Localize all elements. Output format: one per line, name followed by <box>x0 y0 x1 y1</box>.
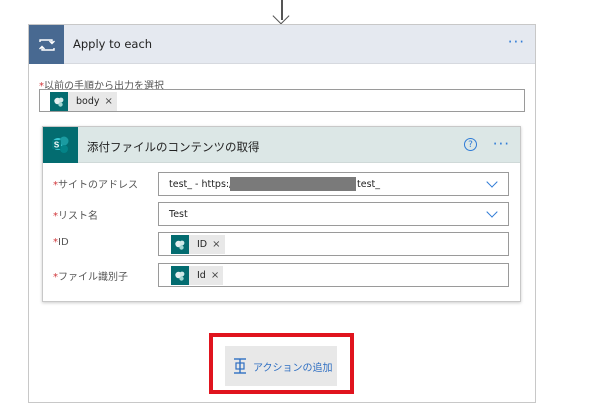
file-identifier-token-label: Id <box>197 270 206 281</box>
list-name-dropdown[interactable]: Test <box>158 202 509 226</box>
get-attachment-content-card: S 添付ファイルのコンテンツの取得 ? ··· *サイトのアドレス test_ … <box>42 126 521 302</box>
list-name-label: *リスト名 <box>53 207 98 222</box>
file-identifier-token[interactable]: Id × <box>171 266 224 285</box>
close-icon[interactable]: × <box>212 239 220 250</box>
apply-to-each-title: Apply to each <box>73 37 153 51</box>
id-label: *ID <box>53 237 69 248</box>
file-identifier-label: *ファイル識別子 <box>53 268 128 283</box>
site-address-value-prefix: test_ - https:// <box>169 179 236 190</box>
sharepoint-icon <box>171 266 189 285</box>
site-address-dropdown[interactable]: test_ - https:// test_ <box>158 172 509 196</box>
output-field-input[interactable]: body × <box>39 89 525 112</box>
close-icon[interactable]: × <box>105 96 113 107</box>
sharepoint-icon: S <box>43 127 78 163</box>
site-address-label: *サイトのアドレス <box>53 176 138 191</box>
get-attachment-content-title: 添付ファイルのコンテンツの取得 <box>87 140 260 154</box>
add-step-icon <box>234 358 246 374</box>
body-token[interactable]: body × <box>50 92 117 111</box>
chevron-down-icon[interactable] <box>486 176 498 188</box>
get-attachment-content-header[interactable]: S 添付ファイルのコンテンツの取得 ? ··· <box>43 127 520 163</box>
chevron-down-icon[interactable] <box>486 206 498 218</box>
close-icon[interactable]: × <box>211 270 219 281</box>
file-identifier-input[interactable]: Id × <box>158 263 509 287</box>
body-token-label: body <box>76 96 100 107</box>
add-action-label: アクションの追加 <box>253 362 333 374</box>
id-input[interactable]: ID × <box>158 232 509 256</box>
svg-text:S: S <box>53 141 59 150</box>
sharepoint-icon <box>171 235 189 254</box>
site-address-value-suffix: test_ <box>357 179 380 190</box>
sharepoint-icon <box>50 92 68 111</box>
more-icon[interactable]: ··· <box>493 137 510 152</box>
list-name-value: Test <box>169 209 188 220</box>
add-action-button[interactable]: アクションの追加 <box>225 346 337 386</box>
file-identifier-label-text: ファイル識別子 <box>58 272 128 283</box>
more-icon[interactable]: ··· <box>508 35 525 50</box>
id-token-label: ID <box>197 239 208 250</box>
arrow-down-icon <box>272 0 291 25</box>
id-label-text: ID <box>58 237 69 248</box>
apply-to-each-header[interactable]: Apply to each ··· <box>29 25 535 64</box>
loop-icon <box>29 25 64 64</box>
redacted-url <box>230 177 356 191</box>
id-token[interactable]: ID × <box>171 235 225 254</box>
site-address-label-text: サイトのアドレス <box>58 180 138 191</box>
list-name-label-text: リスト名 <box>58 211 98 222</box>
flow-canvas: Apply to each ··· *以前の手順から出力を選択 body × S… <box>0 0 594 403</box>
help-icon[interactable]: ? <box>464 138 477 151</box>
